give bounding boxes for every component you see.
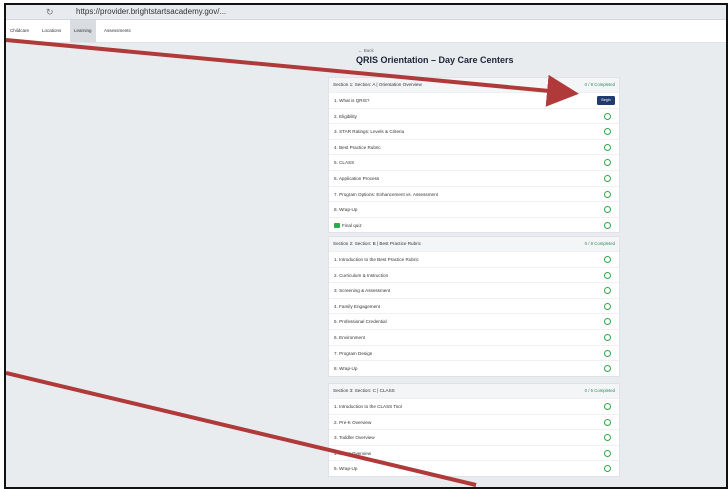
annotation-arrows — [6, 38, 579, 487]
annotation-arrow-bottom — [6, 371, 477, 487]
screenshot-frame: ↻ https://provider.brightstartsacademy.g… — [4, 3, 728, 489]
annotation-arrow-begin — [6, 38, 579, 107]
